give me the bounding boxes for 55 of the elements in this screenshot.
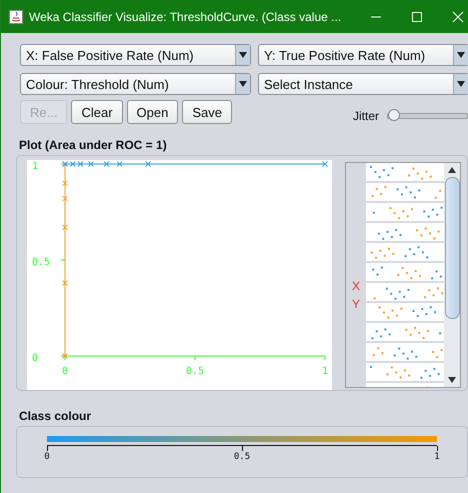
caret-icon [239, 81, 247, 87]
point [116, 161, 123, 167]
jitter-label: Jitter [353, 109, 380, 123]
x-tick-label: 0.5 [186, 366, 204, 377]
class-colour-title: Class colour [19, 409, 92, 423]
scatter-thumbnail[interactable] [366, 223, 444, 241]
x-tick-label: 0 [62, 366, 68, 377]
point [62, 196, 68, 202]
scatter-thumbnail[interactable] [366, 243, 444, 261]
y-tick-label: 0 [32, 353, 38, 364]
plot-title: Plot (Area under ROC = 1) [19, 138, 168, 152]
gradient-tick-label: 1 [434, 452, 440, 462]
dropdown[interactable]: Select Instance [258, 73, 468, 95]
point [104, 161, 110, 167]
down-arrow-icon[interactable] [448, 377, 456, 383]
dropdown[interactable]: Y: True Positive Rate (Num) [258, 44, 468, 66]
point [322, 161, 328, 167]
scatter-thumbnail[interactable] [366, 323, 444, 341]
caret-icon [457, 52, 465, 58]
caret-icon [239, 52, 247, 58]
button[interactable]: Clear [71, 100, 123, 124]
maximize-icon[interactable] [411, 10, 423, 22]
point [62, 280, 68, 286]
up-arrow-icon[interactable] [448, 167, 456, 173]
scatter-thumbnail[interactable] [366, 163, 444, 181]
scatter-thumbnail[interactable] [366, 183, 444, 201]
caret-icon [457, 81, 465, 87]
y-tick-label: 0.5 [32, 257, 50, 268]
scatter-thumbnail[interactable] [366, 343, 444, 361]
scatter-thumbnail[interactable] [366, 203, 444, 221]
y-axis-label: Y [352, 297, 360, 311]
scrollbar[interactable] [444, 163, 460, 387]
app-icon [9, 10, 23, 24]
scatter-thumbnail[interactable] [366, 363, 444, 381]
point [62, 224, 68, 230]
scatter-thumbnail[interactable] [366, 303, 444, 321]
point [70, 161, 76, 167]
point [88, 161, 94, 167]
point [62, 180, 68, 186]
button[interactable]: Save [182, 100, 232, 124]
dropdown[interactable]: X: False Positive Rate (Num) [20, 44, 251, 66]
scatter-thumbnail[interactable] [366, 283, 444, 301]
dropdown[interactable]: Colour: Threshold (Num) [20, 73, 251, 95]
button[interactable]: Open [126, 100, 178, 124]
window-title: Weka Classifier Visualize: ThresholdCurve. (Class value ... [29, 10, 341, 24]
point [62, 353, 68, 359]
point [145, 161, 152, 167]
y-tick-label: 1 [32, 161, 38, 172]
gradient-tick-label: 0.5 [234, 452, 250, 462]
close-icon[interactable] [452, 10, 464, 22]
scatter-thumbnail[interactable] [366, 263, 444, 281]
x-axis-label: X [352, 279, 360, 293]
x-tick-label: 1 [322, 366, 328, 377]
point [78, 161, 84, 167]
gradient-tick-label: 0 [44, 452, 50, 462]
